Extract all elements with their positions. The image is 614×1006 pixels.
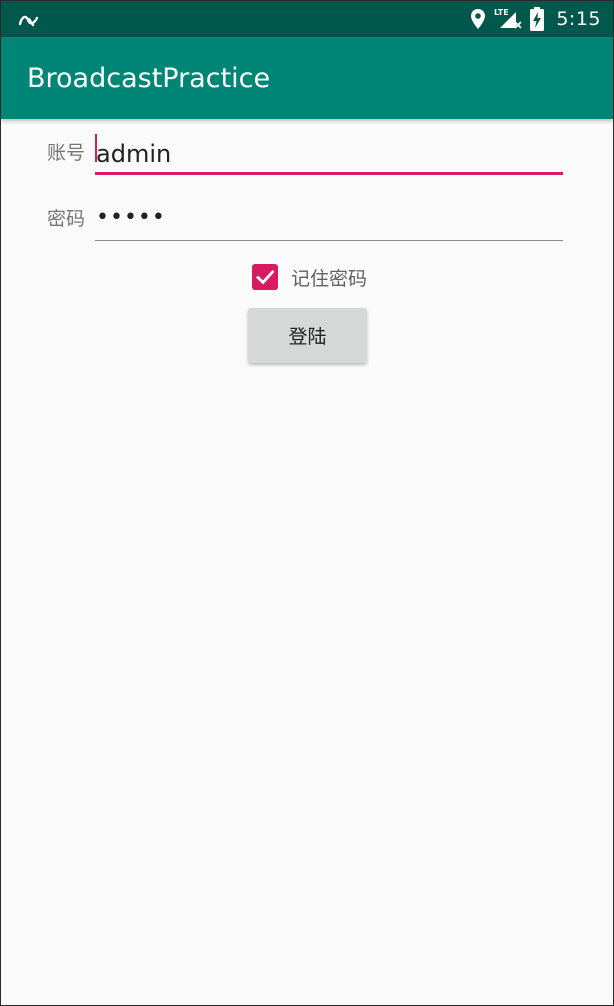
status-time: 5:15 [556,8,601,30]
password-underline [95,240,563,241]
password-input[interactable]: ••••• [95,193,563,241]
remember-password-checkbox[interactable]: 记住密码 [252,263,367,291]
status-bar: LTE 5:15 [1,1,613,37]
account-input[interactable]: admin [95,127,563,175]
location-icon [471,9,486,29]
check-icon [256,270,275,285]
password-value: ••••• [96,205,166,230]
account-row: 账号 admin [47,127,563,177]
account-underline [95,172,563,175]
screen: LTE 5:15 BroadcastPractice 账号 admin 密码 •… [0,0,614,1006]
account-value: admin [96,140,172,168]
account-label: 账号 [47,142,86,164]
password-row: 密码 ••••• [47,193,563,243]
password-label: 密码 [47,208,86,230]
lte-signal-icon: LTE [494,8,522,29]
network-type-label: LTE [494,8,509,17]
status-icons: LTE 5:15 [470,1,601,37]
checkbox-checked-icon[interactable] [252,264,278,290]
app-bar: BroadcastPractice [1,37,613,119]
android-auto-icon [18,15,39,27]
login-button[interactable]: 登陆 [248,308,367,363]
app-title: BroadcastPractice [27,63,271,94]
remember-password-label: 记住密码 [291,267,368,290]
battery-charging-icon [530,7,545,31]
